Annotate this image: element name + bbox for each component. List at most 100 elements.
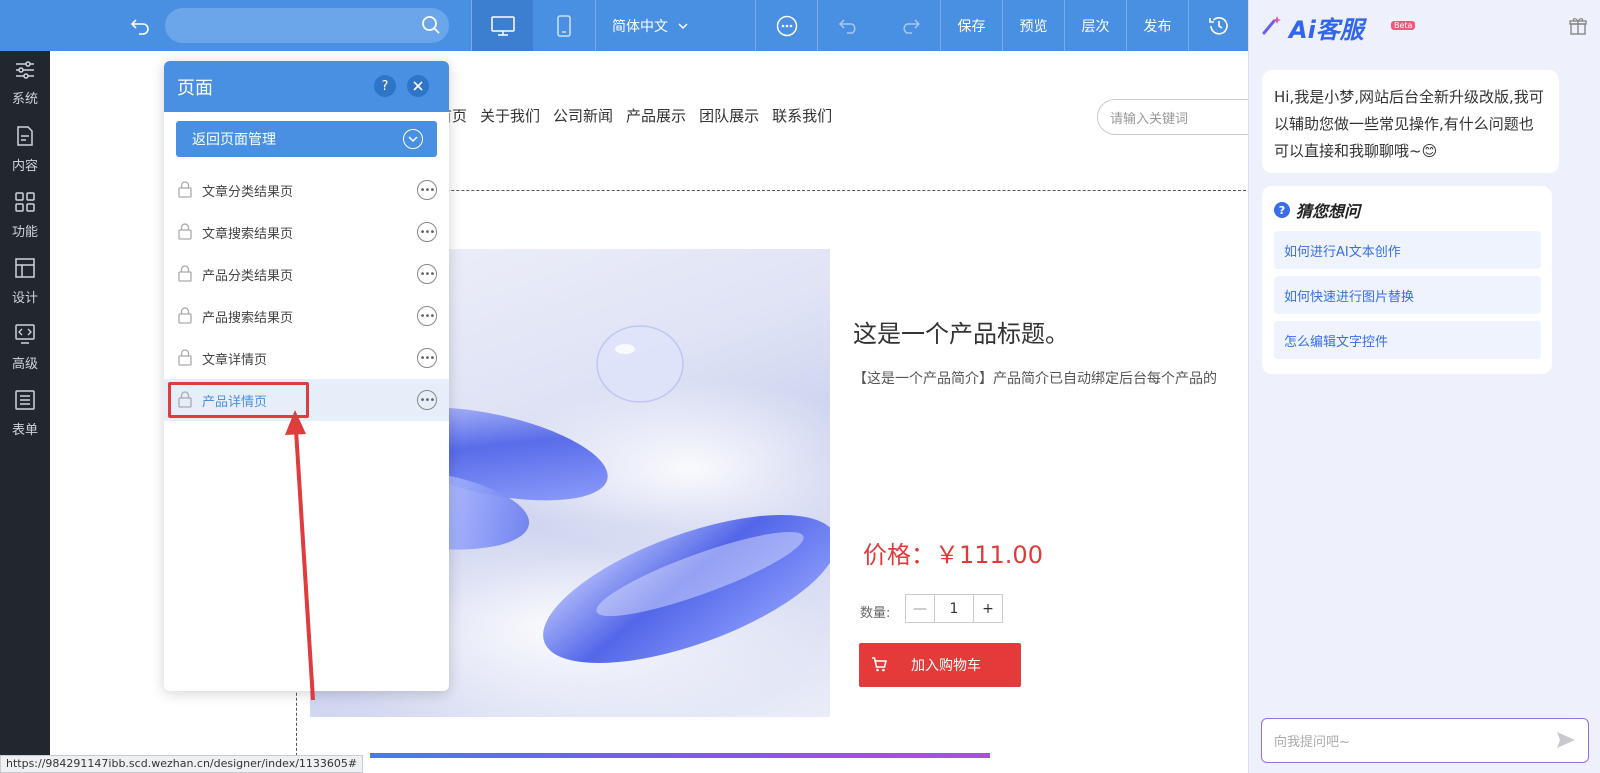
back-to-page-management-button[interactable]: 返回页面管理 (176, 121, 437, 157)
sliders-icon (15, 61, 35, 83)
nav-item-products[interactable]: 产品展示 (626, 105, 686, 126)
list-item[interactable]: 文章详情页 ••• (164, 337, 449, 379)
page-label: 产品搜索结果页 (202, 310, 294, 326)
site-search-input[interactable]: 请输入关键词 (1097, 99, 1248, 135)
pages-panel: 页面 ? 返回页面管理 文章分类结果页 ••• 文章搜索结果页 ••• 产品分类… (164, 61, 449, 691)
list-item[interactable]: 文章搜索结果页 ••• (164, 211, 449, 253)
code-icon (15, 324, 35, 348)
search-input[interactable] (165, 8, 405, 43)
page-label: 文章分类结果页 (202, 184, 294, 200)
more-options-icon[interactable]: ••• (417, 348, 437, 368)
lock-icon (178, 223, 192, 244)
layers-button[interactable]: 层次 (1065, 0, 1126, 51)
add-to-cart-button[interactable]: 加入购物车 (859, 643, 1021, 687)
question-icon: ? (1274, 202, 1290, 218)
list-item[interactable]: 文章分类结果页 ••• (164, 169, 449, 211)
gradient-bar (370, 753, 990, 758)
cart-icon (871, 657, 888, 676)
desktop-view-icon[interactable] (472, 0, 533, 51)
close-icon[interactable] (407, 75, 429, 97)
save-button[interactable]: 保存 (941, 0, 1002, 51)
sidebar-item-design[interactable]: 设计 (0, 249, 50, 315)
quantity-label: 数量: (860, 606, 891, 621)
list-item[interactable]: 产品搜索结果页 ••• (164, 295, 449, 337)
mobile-view-icon[interactable] (533, 0, 594, 51)
more-options-icon[interactable] (756, 0, 817, 51)
lock-icon (178, 181, 192, 202)
nav-item-about[interactable]: 关于我们 (480, 105, 540, 126)
guess-title-label: 猜您想问 (1296, 202, 1361, 221)
sidebar-item-label: 系统 (11, 92, 38, 107)
gift-icon[interactable] (1569, 17, 1587, 39)
preview-button[interactable]: 预览 (1003, 0, 1064, 51)
lock-icon (178, 265, 192, 286)
panel-header: 页面 ? (164, 61, 449, 112)
more-options-icon[interactable]: ••• (417, 390, 437, 410)
grid-icon (15, 192, 35, 216)
suggested-questions-title: ? 猜您想问 (1274, 198, 1360, 222)
redo-icon[interactable] (879, 0, 940, 51)
lock-icon (178, 349, 192, 370)
page-label: 文章搜索结果页 (202, 226, 294, 242)
help-button[interactable]: ? (374, 75, 396, 97)
ai-greeting-message: Hi,我是小梦,网站后台全新升级改版,我可以辅助您做一些常见操作,有什么问题也可… (1262, 70, 1559, 173)
sidebar-item-content[interactable]: 内容 (0, 117, 50, 183)
minus-button[interactable]: — (906, 595, 934, 622)
document-icon (16, 126, 34, 150)
sidebar-item-system[interactable]: 系统 (0, 51, 50, 117)
back-icon[interactable] (118, 0, 162, 51)
ai-question-input[interactable]: 向我提问吧~ (1261, 718, 1589, 763)
nav-item-contact[interactable]: 联系我们 (772, 105, 832, 126)
sidebar-item-advanced[interactable]: 高级 (0, 315, 50, 381)
more-options-icon[interactable]: ••• (417, 222, 437, 242)
chevron-down-icon (403, 129, 423, 149)
lock-icon (178, 307, 192, 328)
beta-badge: Beta (1391, 21, 1416, 30)
more-options-icon[interactable]: ••• (417, 180, 437, 200)
send-icon[interactable] (1556, 731, 1576, 753)
more-options-icon[interactable]: ••• (417, 264, 437, 284)
list-icon (15, 390, 35, 414)
plus-button[interactable]: + (974, 595, 1002, 622)
publish-button[interactable]: 发布 (1127, 0, 1188, 51)
search-box[interactable] (165, 8, 449, 43)
layout-icon (15, 258, 35, 282)
product-title[interactable]: 这是一个产品标题。 (853, 314, 1069, 349)
page-label: 文章详情页 (202, 352, 268, 368)
suggested-question[interactable]: 如何快速进行图片替换 (1274, 276, 1541, 314)
ai-input-placeholder: 向我提问吧~ (1274, 735, 1350, 750)
ai-title: Ai客服 (1289, 16, 1364, 44)
ai-header: Ai客服 Beta (1261, 10, 1416, 45)
quantity-stepper[interactable]: — 1 + (905, 594, 1003, 623)
status-url: https://984291147ibb.scd.wezhan.cn/desig… (0, 755, 364, 773)
back-label: 返回页面管理 (192, 132, 276, 148)
sidebar-item-label: 表单 (11, 423, 38, 438)
sidebar-item-form[interactable]: 表单 (0, 381, 50, 447)
suggested-question[interactable]: 如何进行AI文本创作 (1274, 231, 1541, 269)
search-icon[interactable] (421, 15, 441, 39)
suggested-questions: ? 猜您想问 如何进行AI文本创作 如何快速进行图片替换 怎么编辑文字控件 (1262, 186, 1552, 374)
nav-item-news[interactable]: 公司新闻 (553, 105, 613, 126)
product-intro[interactable]: 【这是一个产品简介】产品简介已自动绑定后台每个产品的 (853, 368, 1217, 388)
site-nav: 首页 关于我们 公司新闻 产品展示 团队展示 联系我们 (437, 105, 832, 126)
page-label: 产品分类结果页 (202, 268, 294, 284)
history-icon[interactable] (1189, 0, 1248, 51)
top-toolbar: 简体中文 保存 预览 层次 发布 (0, 0, 1248, 51)
panel-title: 页面 (177, 77, 213, 99)
add-to-cart-label: 加入购物车 (911, 658, 981, 674)
suggested-question[interactable]: 怎么编辑文字控件 (1274, 321, 1541, 359)
sidebar-item-label: 高级 (11, 357, 38, 372)
undo-icon[interactable] (818, 0, 879, 51)
chevron-down-icon (678, 18, 688, 34)
sidebar-item-label: 内容 (11, 159, 38, 174)
nav-item-team[interactable]: 团队展示 (699, 105, 759, 126)
ai-assistant-panel: Ai客服 Beta Hi,我是小梦,网站后台全新升级改版,我可以辅助您做一些常见… (1248, 0, 1600, 773)
product-price[interactable]: 价格：￥111.00 (863, 535, 1043, 570)
quantity-value[interactable]: 1 (934, 595, 974, 622)
highlight-box (168, 382, 309, 418)
sidebar-item-function[interactable]: 功能 (0, 183, 50, 249)
more-options-icon[interactable]: ••• (417, 306, 437, 326)
sidebar-item-label: 功能 (11, 225, 38, 240)
language-select[interactable]: 简体中文 (596, 0, 704, 51)
list-item[interactable]: 产品分类结果页 ••• (164, 253, 449, 295)
